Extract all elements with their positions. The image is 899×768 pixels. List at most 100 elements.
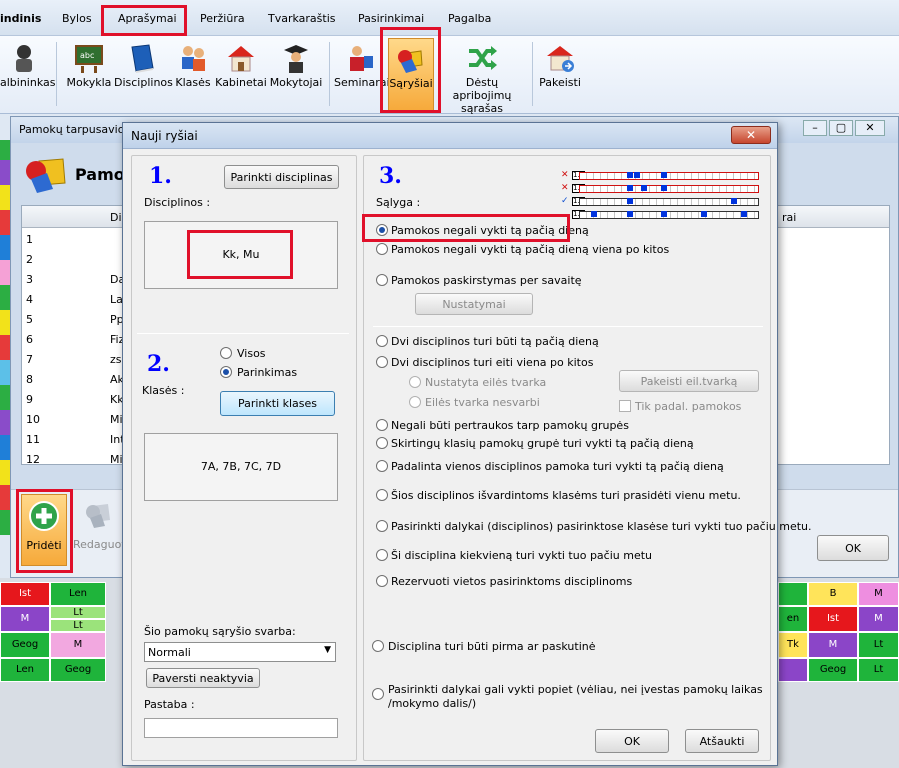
ribbon-mokykla-button[interactable]: abc Mokykla [64, 38, 114, 112]
color-strip [0, 260, 10, 285]
choose-disciplines-button[interactable]: Parinkti disciplinas [224, 165, 339, 189]
classes-box: 7A, 7B, 7C, 7D [144, 433, 338, 501]
timetable-cell[interactable]: Ist [0, 582, 50, 606]
edit-button-label: Redaguoti [73, 538, 129, 551]
timetable-cell[interactable]: en [778, 606, 808, 632]
timetable-cell[interactable]: Lt [50, 619, 106, 632]
timetable-cell[interactable] [778, 658, 808, 682]
ribbon-saryskiai-button[interactable]: Sąryšiai [388, 38, 434, 112]
color-strip [0, 460, 10, 485]
menu-perziura[interactable]: Peržiūra [200, 12, 245, 25]
timetable-cell[interactable] [778, 582, 808, 606]
ribbon-label: Mokykla [66, 76, 112, 89]
condition-afternoon-label: Pasirinkti dalykai gali vykti popiet (vė… [388, 683, 763, 696]
cross-icon: ✕ [561, 170, 569, 180]
condition-each-same-time-label: Ši disciplina kiekvieną turi vykti tuo p… [391, 549, 653, 562]
ok-button[interactable]: OK [595, 729, 669, 753]
color-strip [0, 185, 10, 210]
condition-week-distribution-radio[interactable] [376, 274, 388, 286]
timetable-cell[interactable]: B [808, 582, 858, 606]
condition-reserve-radio[interactable] [376, 575, 388, 587]
condition-consecutive-radio[interactable] [376, 243, 388, 255]
add-button[interactable]: Pridėti [21, 494, 67, 566]
only-divided-checkbox[interactable] [619, 400, 631, 412]
timetable-cell[interactable]: Ist [808, 606, 858, 632]
disciplines-box: Kk, Mu [144, 221, 338, 289]
timetable-cell[interactable]: M [808, 632, 858, 658]
timetable-cell[interactable]: Lt [50, 606, 106, 619]
condition-two-consecutive-label: Dvi disciplinos turi eiti viena po kitos [391, 356, 594, 369]
condition-start-together-radio[interactable] [376, 489, 388, 501]
timetable-cell[interactable]: Tk [778, 632, 808, 658]
timetable-cell[interactable]: M [50, 632, 106, 658]
menu-aprasymai[interactable]: Aprašymai [118, 12, 177, 25]
order-any-label: Eilės tvarka nesvarbi [425, 396, 540, 409]
edit-button[interactable]: Redaguoti [73, 494, 129, 566]
condition-two-same-day-radio[interactable] [376, 335, 388, 347]
menu-pasirinkimai[interactable]: Pasirinkimai [358, 12, 424, 25]
class-all-radio[interactable] [220, 347, 232, 359]
ribbon-label: Kabinetai [215, 76, 267, 89]
color-strip [0, 410, 10, 435]
ribbon-kabinetai-button[interactable]: Kabinetai [214, 38, 268, 112]
dialog-title: Nauji ryšiai [123, 123, 777, 149]
divider [373, 326, 763, 327]
condition-afternoon-radio[interactable] [372, 688, 384, 700]
menu-pagalba[interactable]: Pagalba [448, 12, 491, 25]
teacher-icon [10, 42, 42, 74]
edit-shapes-icon [84, 500, 114, 530]
menu-tvarkarastis[interactable]: Tvarkaraštis [268, 12, 336, 25]
class-select-radio[interactable] [220, 366, 232, 378]
timetable-cell[interactable]: Len [0, 658, 50, 682]
ribbon-teacher-button[interactable]: albininkas [0, 38, 55, 112]
condition-first-last-radio[interactable] [372, 640, 384, 652]
timetable-cell[interactable]: Lt [858, 632, 899, 658]
condition-same-time-radio[interactable] [376, 520, 388, 532]
minimize-icon[interactable]: – [803, 120, 827, 136]
condition-each-same-time-radio[interactable] [376, 549, 388, 561]
condition-groups-same-day-label: Skirtingų klasių pamokų grupė turi vykti… [391, 437, 694, 450]
ribbon-pakeisti-button[interactable]: Pakeisti [536, 38, 584, 112]
condition-two-consecutive-radio[interactable] [376, 356, 388, 368]
order-any-radio[interactable] [409, 396, 421, 408]
menu-bylos[interactable]: Bylos [62, 12, 92, 25]
color-strip [0, 360, 10, 385]
step-2-label: 2. [147, 351, 170, 377]
cancel-button[interactable]: Atšaukti [685, 729, 759, 753]
school-board-icon: abc [73, 42, 105, 74]
order-fixed-radio[interactable] [409, 376, 421, 388]
ribbon-klases-button[interactable]: Klasės [174, 38, 212, 112]
condition-groups-same-day-radio[interactable] [376, 437, 388, 449]
column-header-right: rai [782, 211, 797, 224]
settings-button[interactable]: Nustatymai [415, 293, 533, 315]
weight-select[interactable]: Normali ▼ [144, 642, 336, 662]
condition-same-day-radio[interactable] [376, 224, 388, 236]
bg-ok-button[interactable]: OK [817, 535, 889, 561]
close-icon[interactable]: ✕ [855, 120, 885, 136]
ribbon-mokytojai-button[interactable]: Mokytojai [268, 38, 324, 112]
timetable-cell[interactable]: M [858, 582, 899, 606]
maximize-icon[interactable]: ▢ [829, 120, 853, 136]
change-order-button[interactable]: Pakeisti eil.tvarką [619, 370, 759, 392]
note-input[interactable] [144, 718, 338, 738]
choose-classes-button[interactable]: Parinkti klases [220, 391, 335, 416]
condition-divided-same-day-radio[interactable] [376, 460, 388, 472]
timetable-cell[interactable]: Lt [858, 658, 899, 682]
ribbon-label: Pakeisti [539, 76, 581, 89]
class-select-label: Parinkimas [237, 366, 298, 379]
ribbon-apribojimai-button[interactable]: Dėstų apribojimų sąrašas [436, 38, 528, 115]
ribbon-disciplinos-button[interactable]: Disciplinos [114, 38, 173, 112]
timetable-cell[interactable]: Geog [50, 658, 106, 682]
menu-pagrindinis[interactable]: indinis [0, 12, 41, 25]
timetable-cell[interactable]: Len [50, 582, 106, 606]
timetable-cell[interactable]: Geog [808, 658, 858, 682]
condition-no-break-radio[interactable] [376, 419, 388, 431]
ribbon-seminarai-button[interactable]: Seminarai [334, 38, 390, 112]
timetable-cell[interactable]: M [0, 606, 50, 632]
disciplines-label: Disciplinos : [144, 196, 211, 209]
make-inactive-button[interactable]: Paversti neaktyvia [146, 668, 260, 688]
timetable-cell[interactable]: Geog [0, 632, 50, 658]
divider [137, 333, 349, 334]
timetable-cell[interactable]: M [858, 606, 899, 632]
close-icon[interactable]: ✕ [731, 126, 771, 144]
